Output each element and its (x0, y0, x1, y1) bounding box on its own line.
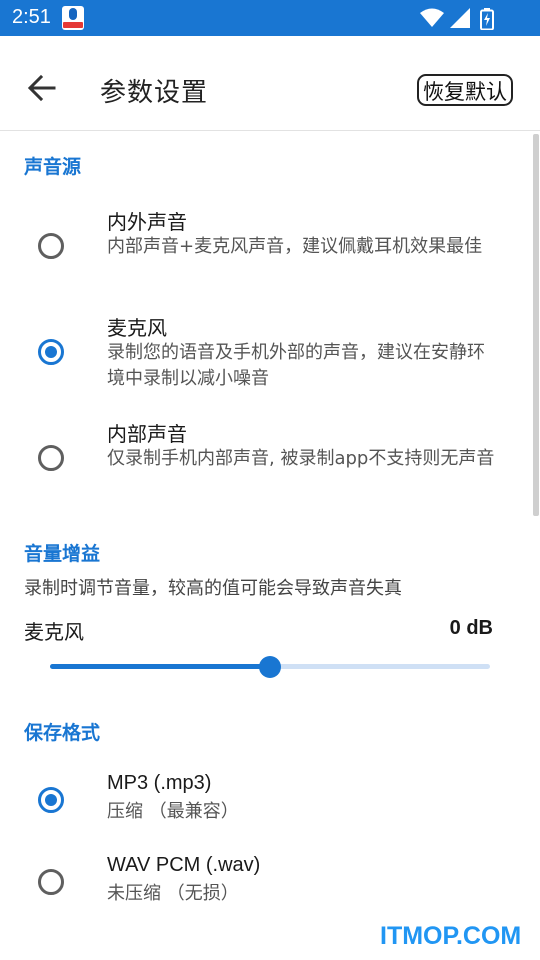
option-description: 仅录制手机内部声音, 被录制app不支持则无声音 (107, 448, 495, 469)
option-microphone[interactable]: 麦克风 录制您的语音及手机外部的声音，建议在安静环境中录制以减小噪音 (0, 302, 530, 400)
back-button[interactable] (22, 68, 62, 108)
wifi-icon (420, 8, 444, 27)
battery-charging-icon (480, 8, 494, 30)
option-description: 未压缩 （无损） (107, 883, 239, 904)
toolbar: 参数设置 恢复默认 (0, 36, 540, 131)
watermark-logo: ITMOP.COM (380, 922, 522, 950)
radio-button[interactable] (38, 233, 64, 259)
microphone-gain-slider[interactable] (50, 654, 490, 680)
section-title-volume-gain: 音量增益 (24, 543, 101, 565)
arrow-back-icon (27, 74, 56, 102)
volume-gain-description: 录制时调节音量，较高的值可能会导致声音失真 (24, 578, 402, 599)
cell-signal-icon (450, 8, 470, 28)
radio-button[interactable] (38, 869, 64, 895)
option-title: MP3 (.mp3) (107, 772, 212, 794)
section-title-sound-source: 声音源 (24, 156, 82, 178)
recorder-app-icon (62, 6, 84, 30)
radio-button-selected[interactable] (38, 339, 64, 365)
section-title-save-format: 保存格式 (24, 722, 101, 744)
status-time: 2:51 (12, 6, 51, 28)
microphone-gain-label: 麦克风 (24, 620, 84, 644)
slider-track-fill (50, 664, 270, 669)
option-title: 内部声音 (107, 422, 187, 446)
option-description: 内部声音+麦克风声音，建议佩戴耳机效果最佳 (107, 236, 483, 257)
reset-default-button[interactable]: 恢复默认 (417, 74, 513, 106)
status-bar: 2:51 (0, 0, 540, 36)
option-title: 麦克风 (107, 316, 167, 340)
option-internal-external-sound[interactable]: 内外声音 内部声音+麦克风声音，建议佩戴耳机效果最佳 (0, 196, 530, 294)
page-title: 参数设置 (100, 78, 209, 108)
scrollbar-thumb[interactable] (533, 134, 539, 516)
option-title: 内外声音 (107, 210, 187, 234)
gain-value: 0 dB (449, 617, 493, 639)
option-internal-sound[interactable]: 内部声音 仅录制手机内部声音, 被录制app不支持则无声音 (0, 408, 530, 506)
option-description: 压缩 （最兼容） (107, 801, 239, 822)
radio-button-selected[interactable] (38, 787, 64, 813)
radio-button[interactable] (38, 445, 64, 471)
option-description: 录制您的语音及手机外部的声音，建议在安静环境中录制以减小噪音 (107, 342, 485, 389)
option-wav-format[interactable]: WAV PCM (.wav) 未压缩 （无损） (0, 844, 530, 920)
slider-thumb[interactable] (259, 656, 281, 678)
option-title: WAV PCM (.wav) (107, 854, 261, 876)
option-mp3-format[interactable]: MP3 (.mp3) 压缩 （最兼容） (0, 762, 530, 838)
